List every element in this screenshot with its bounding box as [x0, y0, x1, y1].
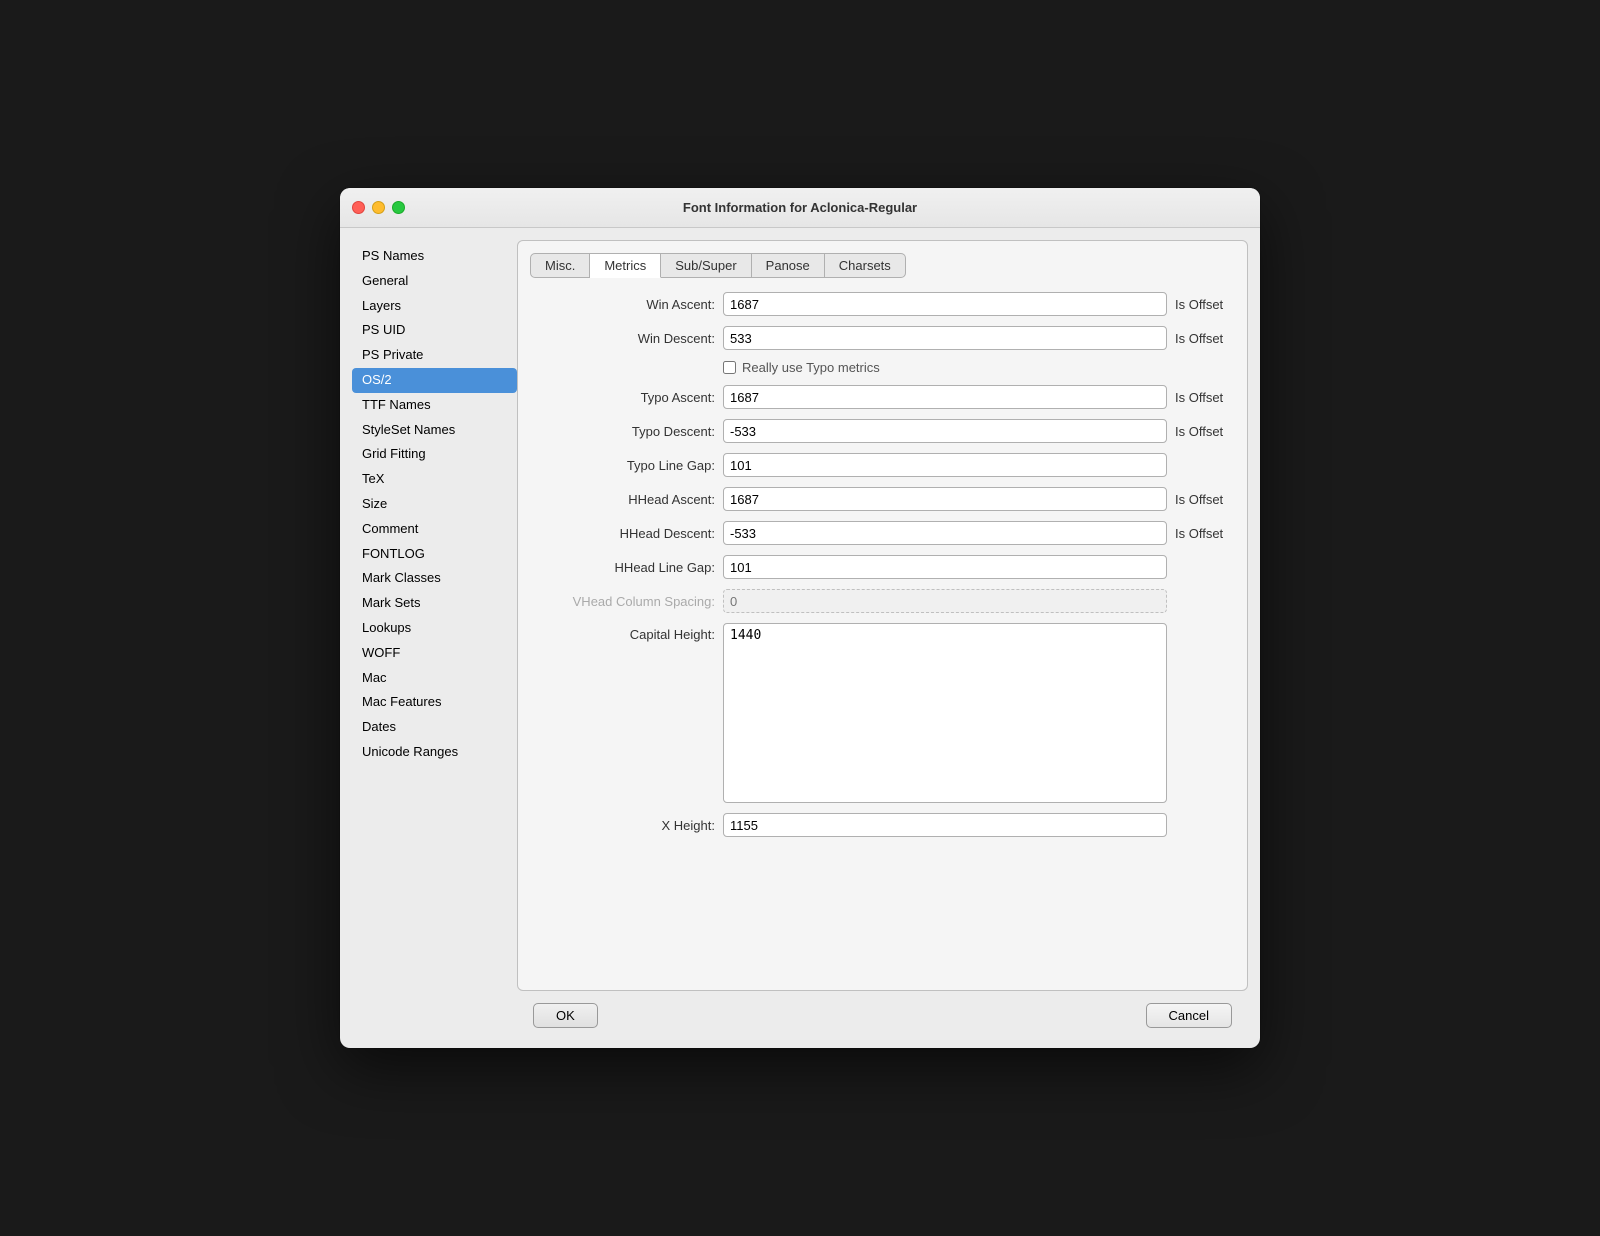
tab-misc[interactable]: Misc. — [530, 253, 590, 278]
sidebar-item-dates[interactable]: Dates — [352, 715, 517, 740]
really-use-typo-checkbox[interactable] — [723, 361, 736, 374]
sidebar-item-ps-private[interactable]: PS Private — [352, 343, 517, 368]
hhead-descent-label: HHead Descent: — [530, 526, 715, 541]
typo-descent-input[interactable] — [723, 419, 1167, 443]
hhead-line-gap-label: HHead Line Gap: — [530, 560, 715, 575]
main-window: Font Information for Aclonica-Regular PS… — [340, 188, 1260, 1048]
sidebar-item-size[interactable]: Size — [352, 492, 517, 517]
win-descent-row: Win Descent: Is Offset — [530, 326, 1235, 350]
capital-height-row: Capital Height: 1440 — [530, 623, 1235, 803]
really-use-typo-row: Really use Typo metrics — [530, 360, 1235, 375]
tabs: Misc.MetricsSub/SuperPanoseCharsets — [530, 253, 1235, 278]
sidebar-item-fontlog[interactable]: FONTLOG — [352, 542, 517, 567]
cancel-button[interactable]: Cancel — [1146, 1003, 1232, 1028]
x-height-row: X Height: — [530, 813, 1235, 837]
typo-descent-row: Typo Descent: Is Offset — [530, 419, 1235, 443]
sidebar-item-ps-uid[interactable]: PS UID — [352, 318, 517, 343]
form-area: Win Ascent: Is Offset Win Descent: Is Of… — [530, 292, 1235, 978]
ok-button[interactable]: OK — [533, 1003, 598, 1028]
sidebar-item-grid-fitting[interactable]: Grid Fitting — [352, 442, 517, 467]
win-ascent-label: Win Ascent: — [530, 297, 715, 312]
sidebar: PS NamesGeneralLayersPS UIDPS PrivateOS/… — [352, 240, 517, 1036]
titlebar: Font Information for Aclonica-Regular — [340, 188, 1260, 228]
tab-charsets[interactable]: Charsets — [825, 253, 906, 278]
close-button[interactable] — [352, 201, 365, 214]
vhead-col-spacing-label: VHead Column Spacing: — [530, 594, 715, 609]
sidebar-item-mark-classes[interactable]: Mark Classes — [352, 566, 517, 591]
window-controls — [352, 201, 405, 214]
sidebar-item-ps-names[interactable]: PS Names — [352, 244, 517, 269]
win-ascent-row: Win Ascent: Is Offset — [530, 292, 1235, 316]
window-title: Font Information for Aclonica-Regular — [683, 200, 917, 215]
x-height-input[interactable] — [723, 813, 1167, 837]
win-ascent-input[interactable] — [723, 292, 1167, 316]
hhead-ascent-input[interactable] — [723, 487, 1167, 511]
window-body: PS NamesGeneralLayersPS UIDPS PrivateOS/… — [340, 228, 1260, 1048]
typo-ascent-label: Typo Ascent: — [530, 390, 715, 405]
hhead-descent-input[interactable] — [723, 521, 1167, 545]
win-descent-label: Win Descent: — [530, 331, 715, 346]
hhead-line-gap-input[interactable] — [723, 555, 1167, 579]
hhead-descent-row: HHead Descent: Is Offset — [530, 521, 1235, 545]
sidebar-item-comment[interactable]: Comment — [352, 517, 517, 542]
hhead-descent-offset: Is Offset — [1175, 526, 1235, 541]
typo-line-gap-input[interactable] — [723, 453, 1167, 477]
typo-line-gap-label: Typo Line Gap: — [530, 458, 715, 473]
typo-line-gap-row: Typo Line Gap: — [530, 453, 1235, 477]
typo-descent-offset: Is Offset — [1175, 424, 1235, 439]
vhead-col-spacing-input — [723, 589, 1167, 613]
tab-subsuper[interactable]: Sub/Super — [661, 253, 751, 278]
vhead-col-spacing-row: VHead Column Spacing: — [530, 589, 1235, 613]
sidebar-item-mac[interactable]: Mac — [352, 666, 517, 691]
typo-ascent-input[interactable] — [723, 385, 1167, 409]
typo-descent-label: Typo Descent: — [530, 424, 715, 439]
sidebar-item-tex[interactable]: TeX — [352, 467, 517, 492]
capital-height-textarea[interactable]: 1440 — [723, 623, 1167, 803]
typo-ascent-row: Typo Ascent: Is Offset — [530, 385, 1235, 409]
content-area: Misc.MetricsSub/SuperPanoseCharsets Win … — [517, 240, 1248, 991]
sidebar-item-woff[interactable]: WOFF — [352, 641, 517, 666]
win-ascent-offset: Is Offset — [1175, 297, 1235, 312]
sidebar-item-lookups[interactable]: Lookups — [352, 616, 517, 641]
typo-ascent-offset: Is Offset — [1175, 390, 1235, 405]
tab-metrics[interactable]: Metrics — [590, 253, 661, 278]
sidebar-item-ttf-names[interactable]: TTF Names — [352, 393, 517, 418]
tab-panose[interactable]: Panose — [752, 253, 825, 278]
capital-height-label: Capital Height: — [530, 623, 715, 642]
maximize-button[interactable] — [392, 201, 405, 214]
win-descent-offset: Is Offset — [1175, 331, 1235, 346]
sidebar-item-general[interactable]: General — [352, 269, 517, 294]
sidebar-item-mac-features[interactable]: Mac Features — [352, 690, 517, 715]
sidebar-item-os2[interactable]: OS/2 — [352, 368, 517, 393]
sidebar-item-styleset-names[interactable]: StyleSet Names — [352, 418, 517, 443]
hhead-ascent-label: HHead Ascent: — [530, 492, 715, 507]
hhead-ascent-row: HHead Ascent: Is Offset — [530, 487, 1235, 511]
bottom-bar: OK Cancel — [517, 991, 1248, 1036]
hhead-ascent-offset: Is Offset — [1175, 492, 1235, 507]
sidebar-item-mark-sets[interactable]: Mark Sets — [352, 591, 517, 616]
x-height-label: X Height: — [530, 818, 715, 833]
really-use-typo-label[interactable]: Really use Typo metrics — [742, 360, 880, 375]
sidebar-item-unicode-ranges[interactable]: Unicode Ranges — [352, 740, 517, 765]
hhead-line-gap-row: HHead Line Gap: — [530, 555, 1235, 579]
sidebar-item-layers[interactable]: Layers — [352, 294, 517, 319]
win-descent-input[interactable] — [723, 326, 1167, 350]
minimize-button[interactable] — [372, 201, 385, 214]
